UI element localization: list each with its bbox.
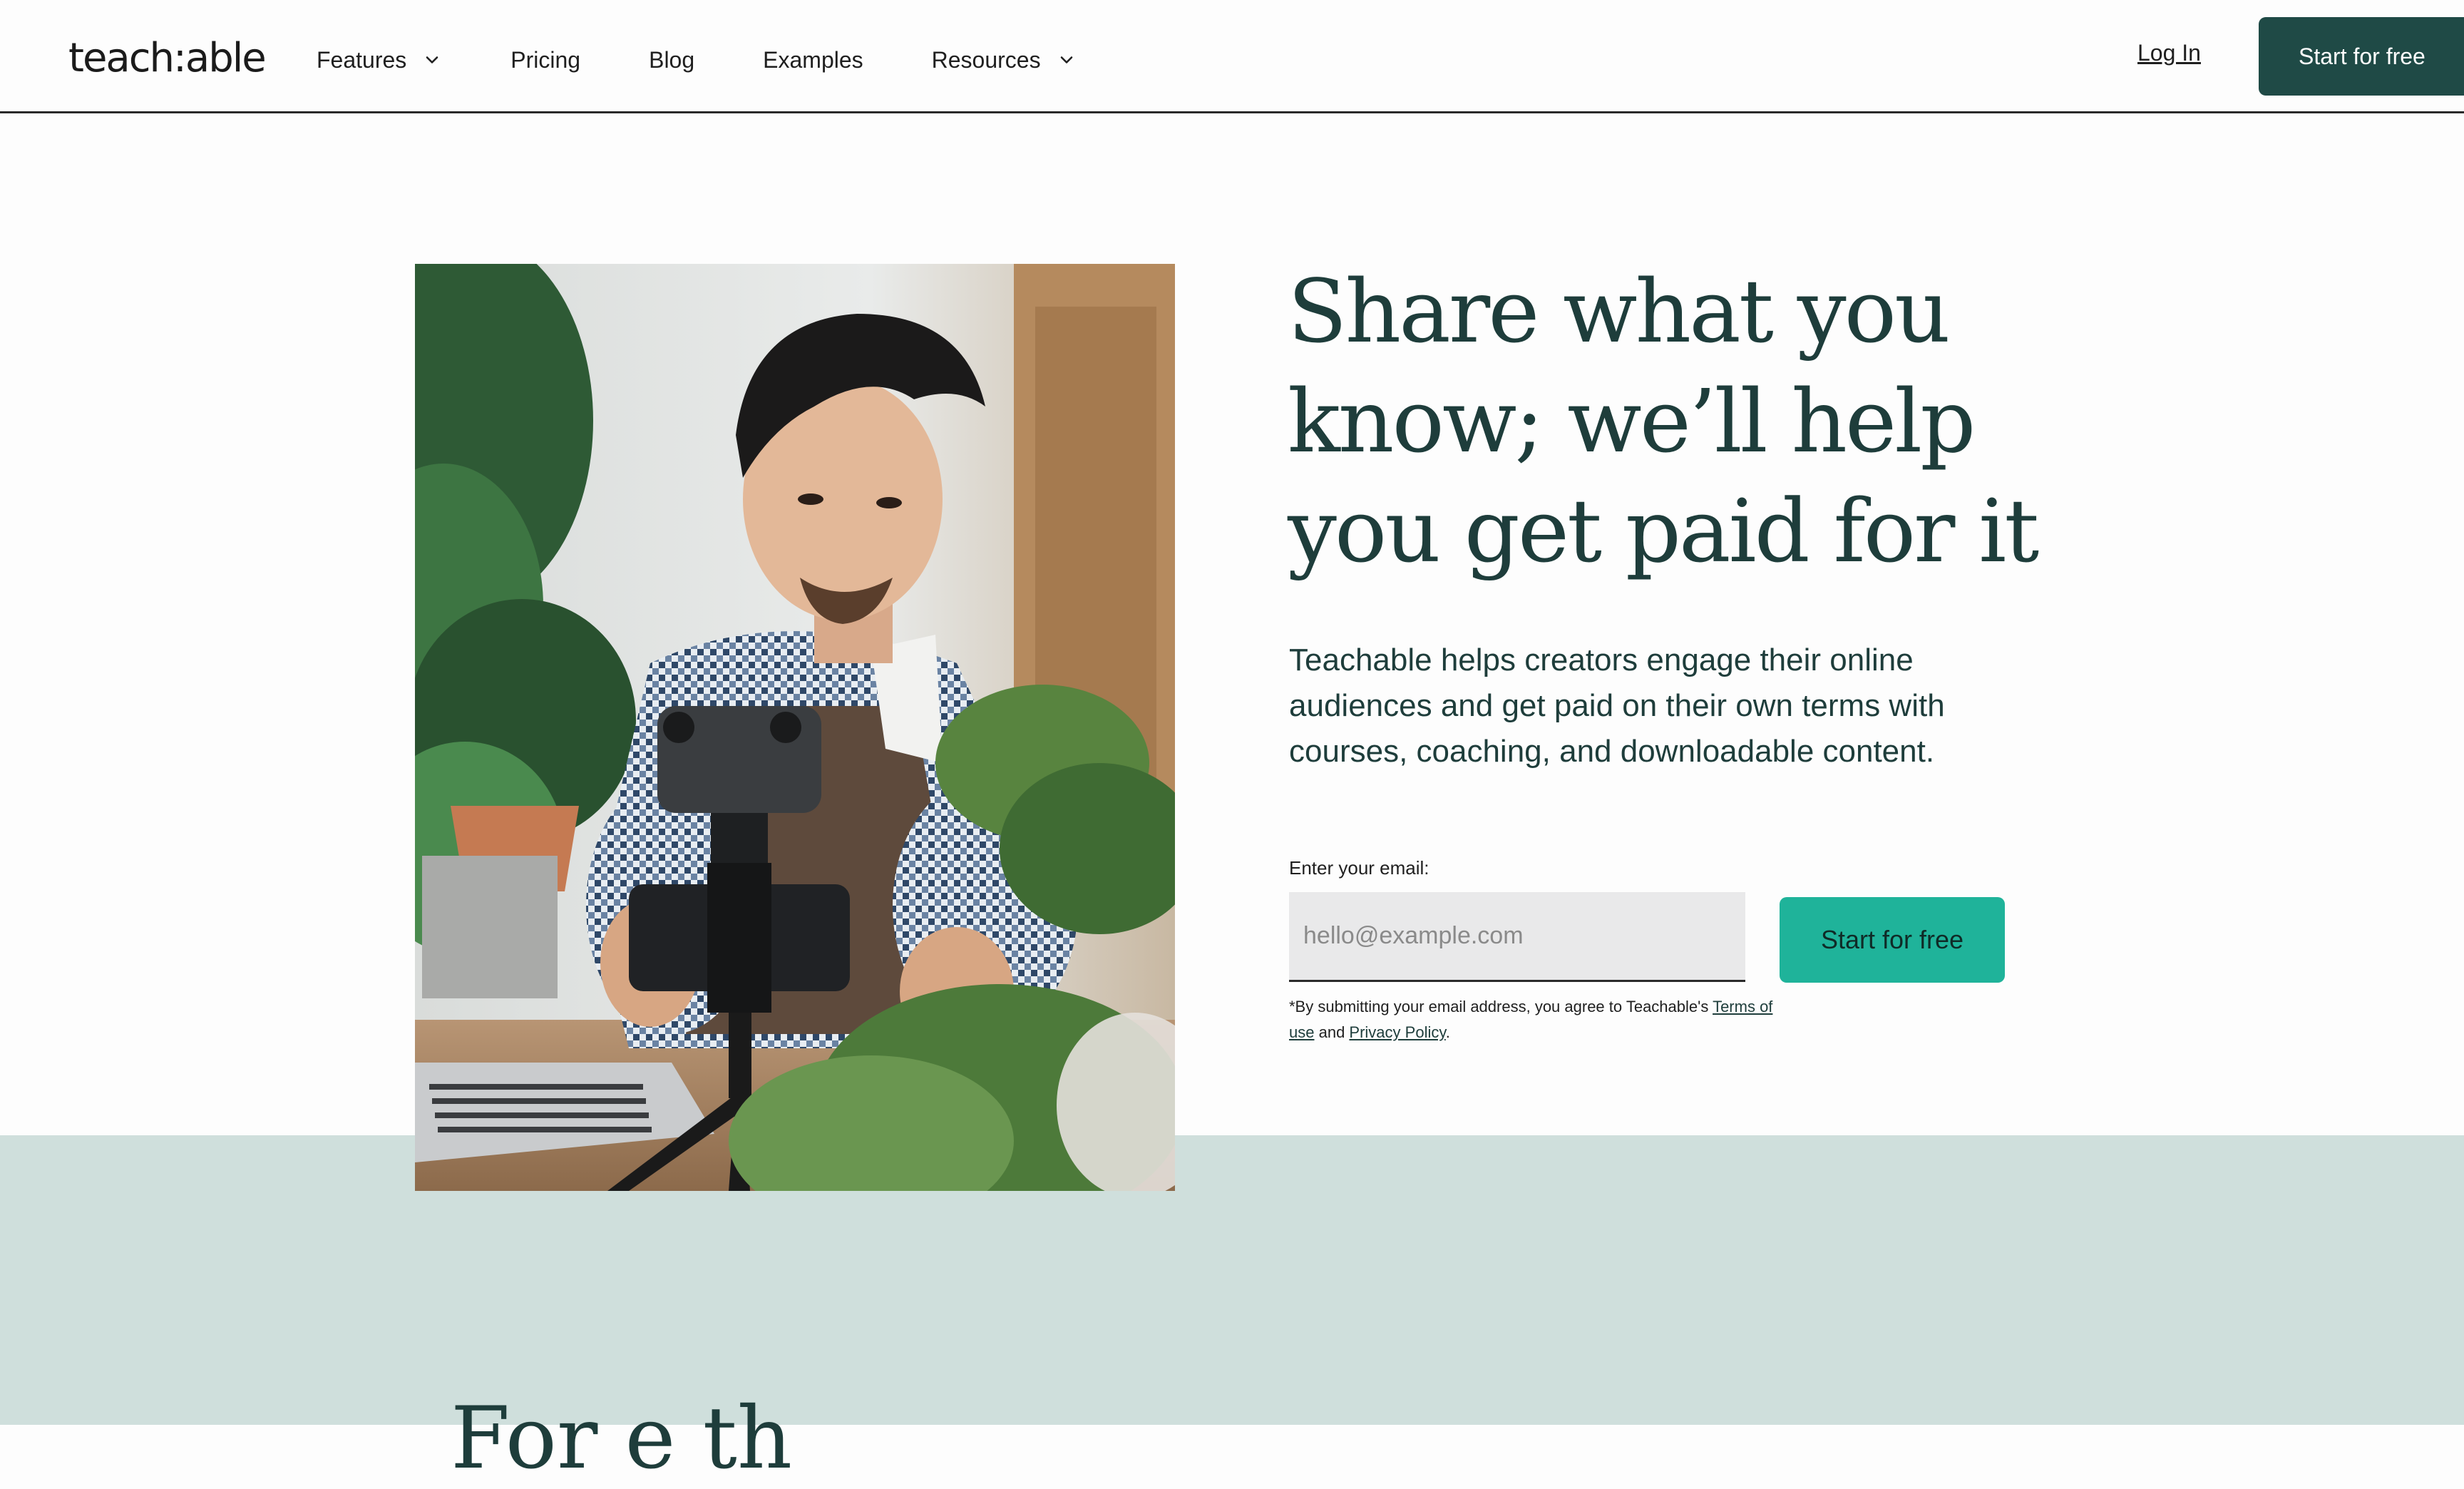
nav-item-label: Examples bbox=[763, 46, 863, 73]
disclaimer-text: *By submitting your email address, you a… bbox=[1289, 998, 1713, 1015]
nav-item-pricing[interactable]: Pricing bbox=[510, 47, 580, 73]
chevron-down-icon bbox=[426, 56, 438, 63]
site-header: teach:able Features Pricing Blog Example… bbox=[0, 0, 2464, 113]
main-nav: Features Pricing Blog Examples Resources bbox=[317, 43, 1145, 77]
section-heading: For e th bbox=[451, 1389, 793, 1488]
nav-item-label: Blog bbox=[649, 46, 695, 73]
disclaimer-text: . bbox=[1445, 1023, 1450, 1041]
login-link[interactable]: Log In bbox=[2137, 40, 2201, 66]
nav-item-label: Pricing bbox=[510, 46, 581, 73]
nav-item-label: Features bbox=[317, 46, 407, 73]
hero-subhead: Teachable helps creators engage their on… bbox=[1289, 643, 1945, 769]
privacy-policy-link[interactable]: Privacy Policy bbox=[1349, 1023, 1445, 1041]
hero-headline: Share what you know; we’ll help you get … bbox=[1288, 261, 2039, 582]
header-start-free-button[interactable]: Start for free bbox=[2259, 17, 2464, 96]
legal-disclaimer: *By submitting your email address, you a… bbox=[1289, 994, 1788, 1045]
nav-item-resources[interactable]: Resources bbox=[932, 47, 1077, 73]
features-band bbox=[0, 1135, 2464, 1425]
nav-item-features[interactable]: Features bbox=[317, 47, 442, 73]
nav-item-examples[interactable]: Examples bbox=[763, 47, 863, 73]
hero-image bbox=[415, 264, 1175, 1191]
disclaimer-text: and bbox=[1314, 1023, 1350, 1041]
email-input[interactable] bbox=[1289, 892, 1745, 982]
nav-item-blog[interactable]: Blog bbox=[649, 47, 694, 73]
chevron-down-icon bbox=[1060, 56, 1072, 63]
email-label: Enter your email: bbox=[1289, 857, 1429, 879]
hero-start-free-button[interactable]: Start for free bbox=[1780, 897, 2005, 983]
nav-item-label: Resources bbox=[931, 46, 1041, 73]
teachable-logo[interactable]: teach:able bbox=[68, 36, 267, 81]
